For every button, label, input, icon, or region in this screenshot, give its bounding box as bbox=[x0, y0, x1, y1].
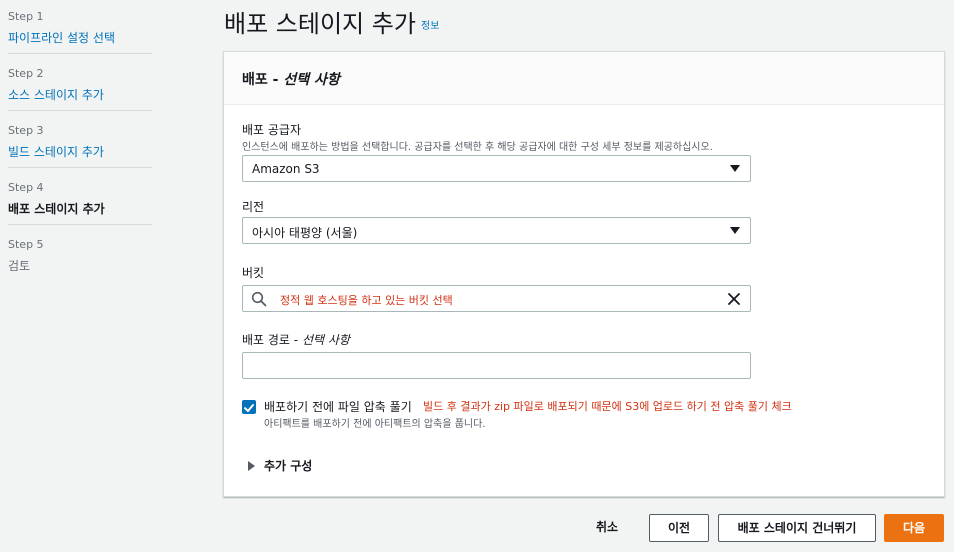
step-label: 배포 스테이지 추가 bbox=[8, 202, 105, 216]
skip-deploy-stage-button[interactable]: 배포 스테이지 건너뛰기 bbox=[718, 514, 876, 542]
step-label[interactable]: 파이프라인 설정 선택 bbox=[8, 30, 152, 46]
provider-select[interactable]: Amazon S3 bbox=[242, 155, 751, 182]
caret-right-icon bbox=[248, 461, 255, 471]
step-label: 검토 bbox=[8, 259, 31, 273]
step-number: Step 5 bbox=[8, 238, 44, 251]
panel-header: 배포 - 선택 사항 bbox=[224, 52, 944, 105]
page-title: 배포 스테이지 추가 bbox=[224, 10, 416, 38]
region-label: 리전 bbox=[242, 200, 265, 214]
step-divider bbox=[8, 110, 152, 111]
next-button[interactable]: 다음 bbox=[884, 514, 944, 542]
region-select[interactable]: 아시아 태평양 (서울) bbox=[242, 217, 751, 244]
step-5: Step 5 검토 bbox=[8, 238, 152, 274]
bucket-search-input[interactable]: 정적 웹 호스팅을 하고 있는 버킷 선택 bbox=[242, 285, 751, 312]
deploy-path-label-main: 배포 경로 - bbox=[242, 333, 302, 347]
panel-title: 배포 - bbox=[242, 72, 284, 88]
panel-title-optional: 선택 사항 bbox=[283, 72, 340, 88]
extract-checkbox[interactable] bbox=[242, 400, 256, 414]
provider-label: 배포 공급자 bbox=[242, 123, 302, 137]
deploy-path-label: 배포 경로 - 선택 사항 bbox=[242, 331, 350, 348]
step-number: Step 2 bbox=[8, 67, 44, 80]
clear-icon[interactable] bbox=[726, 291, 742, 307]
step-number: Step 1 bbox=[8, 10, 44, 23]
provider-selected-value: Amazon S3 bbox=[252, 162, 320, 176]
search-icon bbox=[251, 291, 267, 307]
step-label[interactable]: 빌드 스테이지 추가 bbox=[8, 144, 152, 160]
provider-description: 인스턴스에 배포하는 방법을 선택합니다. 공급자를 선택한 후 해당 공급자에… bbox=[242, 142, 713, 153]
step-divider bbox=[8, 167, 152, 168]
bucket-annotation: 정적 웹 호스팅을 하고 있는 버킷 선택 bbox=[280, 294, 453, 307]
deploy-panel: 배포 - 선택 사항 배포 공급자 인스턴스에 배포하는 방법을 선택합니다. … bbox=[223, 51, 945, 497]
step-number: Step 3 bbox=[8, 124, 44, 137]
bucket-label: 버킷 bbox=[242, 266, 265, 280]
step-divider bbox=[8, 224, 152, 225]
extract-description: 아티팩트를 배포하기 전에 아티팩트의 압축을 풉니다. bbox=[264, 419, 486, 430]
check-icon bbox=[244, 404, 254, 412]
step-label[interactable]: 소스 스테이지 추가 bbox=[8, 87, 152, 103]
info-link[interactable]: 정보 bbox=[421, 17, 439, 32]
step-4: Step 4 배포 스테이지 추가 bbox=[8, 181, 152, 225]
caret-down-icon bbox=[730, 165, 740, 172]
previous-button[interactable]: 이전 bbox=[649, 514, 709, 542]
cancel-button[interactable]: 취소 bbox=[596, 518, 618, 535]
deploy-path-input[interactable] bbox=[242, 352, 751, 379]
step-1[interactable]: Step 1 파이프라인 설정 선택 bbox=[8, 10, 152, 54]
extract-annotation: 빌드 후 결과가 zip 파일로 배포되기 때문에 S3에 업로드 하기 전 압… bbox=[423, 400, 792, 413]
step-3[interactable]: Step 3 빌드 스테이지 추가 bbox=[8, 124, 152, 168]
step-divider bbox=[8, 53, 152, 54]
region-selected-value: 아시아 태평양 (서울) bbox=[252, 226, 358, 240]
additional-config-label: 추가 구성 bbox=[264, 459, 313, 473]
caret-down-icon bbox=[730, 227, 740, 234]
extract-label[interactable]: 배포하기 전에 파일 압축 풀기 bbox=[264, 398, 412, 415]
deploy-path-label-optional: 선택 사항 bbox=[301, 333, 350, 347]
step-2[interactable]: Step 2 소스 스테이지 추가 bbox=[8, 67, 152, 111]
additional-config-expander[interactable]: 추가 구성 bbox=[248, 457, 312, 474]
step-number: Step 4 bbox=[8, 181, 44, 194]
